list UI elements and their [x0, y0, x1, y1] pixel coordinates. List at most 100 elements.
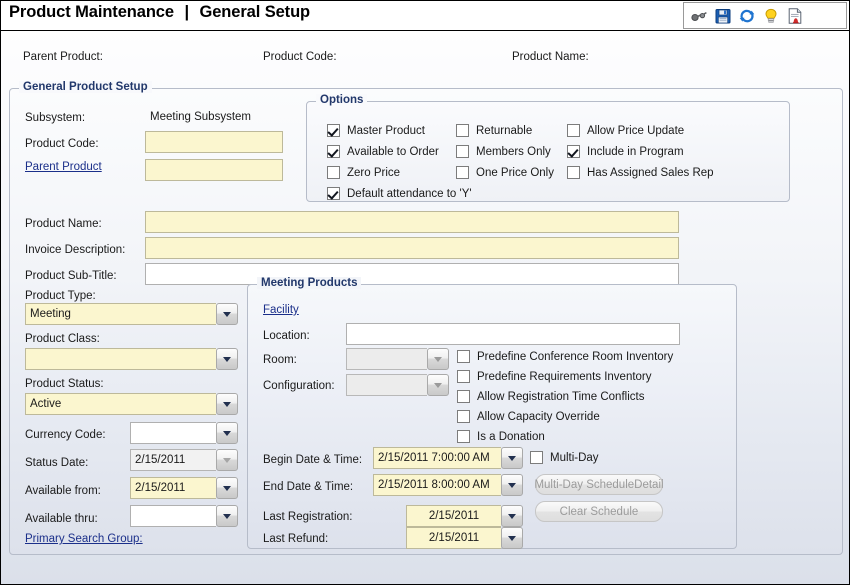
checkbox-allow-price-update[interactable]: Allow Price Update: [567, 124, 684, 137]
invoice-description-label: Invoice Description:: [25, 243, 125, 257]
product-type-dropdown[interactable]: Meeting: [25, 303, 238, 325]
checkbox-predefine-conference-room-inventory[interactable]: Predefine Conference Room Inventory: [457, 350, 673, 363]
checkbox-returnable[interactable]: Returnable: [456, 124, 532, 137]
checkbox-allow-capacity-override[interactable]: Allow Capacity Override: [457, 410, 600, 423]
calendar-chevron-down-icon[interactable]: [216, 449, 238, 471]
begin-date-time-picker[interactable]: 2/15/2011 7:00:00 AM: [373, 447, 523, 469]
product-status-value: Active: [25, 393, 216, 415]
report-icon[interactable]: [786, 7, 804, 25]
checkbox-members-only-label: Members Only: [476, 146, 551, 158]
last-registration-value: 2/15/2011: [406, 505, 501, 527]
checkbox-zero-price-label: Zero Price: [347, 167, 400, 179]
checkbox-has-assigned-sales-rep[interactable]: Has Assigned Sales Rep: [567, 166, 714, 179]
invoice-description-input[interactable]: [145, 237, 679, 259]
checkbox-master-product[interactable]: Master Product: [327, 124, 425, 137]
status-date-picker[interactable]: 2/15/2011: [130, 449, 238, 471]
product-name-label: Product Name:: [25, 217, 102, 231]
checkbox-multi-day-box: [530, 451, 543, 464]
location-label: Location:: [263, 329, 310, 343]
checkbox-is-a-donation-box: [457, 430, 470, 443]
product-status-label: Product Status:: [25, 377, 104, 391]
calendar-chevron-down-icon[interactable]: [216, 505, 238, 527]
product-status-dropdown[interactable]: Active: [25, 393, 238, 415]
refresh-icon[interactable]: [738, 7, 756, 25]
checkbox-available-to-order-box: [327, 145, 340, 158]
checkbox-allow-registration-time-conflicts[interactable]: Allow Registration Time Conflicts: [457, 390, 644, 403]
product-subtitle-input[interactable]: [145, 263, 679, 285]
checkbox-zero-price[interactable]: Zero Price: [327, 166, 400, 179]
last-registration-picker[interactable]: 2/15/2011: [406, 505, 523, 527]
end-date-time-picker[interactable]: 2/15/2011 8:00:00 AM: [373, 474, 523, 496]
product-name-input[interactable]: [145, 211, 679, 233]
chevron-down-icon[interactable]: [216, 348, 238, 370]
primary-search-group-link[interactable]: Primary Search Group:: [25, 533, 143, 545]
page-title: Product Maintenance | General Setup: [9, 3, 310, 22]
checkbox-allow-price-update-box: [567, 124, 580, 137]
chevron-down-icon[interactable]: [216, 303, 238, 325]
header-product-name-label: Product Name:: [512, 51, 589, 63]
parent-product-input[interactable]: [145, 159, 283, 181]
checkbox-allow-registration-time-conflicts-label: Allow Registration Time Conflicts: [477, 391, 644, 403]
calendar-chevron-down-icon[interactable]: [216, 477, 238, 499]
parent-product-link[interactable]: Parent Product: [25, 161, 102, 173]
checkbox-multi-day[interactable]: Multi-Day: [530, 451, 599, 464]
clear-schedule-button: Clear Schedule: [535, 501, 663, 522]
last-refund-picker[interactable]: 2/15/2011: [406, 527, 523, 549]
checkbox-include-in-program-label: Include in Program: [587, 146, 684, 158]
checkbox-allow-registration-time-conflicts-box: [457, 390, 470, 403]
header-product-code-label: Product Code:: [263, 51, 337, 63]
currency-code-dropdown[interactable]: [130, 422, 238, 444]
checkbox-predefine-requirements-inventory[interactable]: Predefine Requirements Inventory: [457, 370, 652, 383]
room-label: Room:: [263, 353, 297, 367]
checkbox-allow-capacity-override-box: [457, 410, 470, 423]
available-from-picker[interactable]: 2/15/2011: [130, 477, 238, 499]
title-bar: Product Maintenance | General Setup: [1, 1, 849, 31]
product-type-label: Product Type:: [25, 289, 96, 303]
checkbox-predefine-conference-room-inventory-label: Predefine Conference Room Inventory: [477, 351, 673, 363]
product-subtitle-label: Product Sub-Title:: [25, 269, 117, 283]
room-value: [346, 348, 427, 370]
checkbox-one-price-only-box: [456, 166, 469, 179]
checkbox-has-assigned-sales-rep-box: [567, 166, 580, 179]
chevron-down-icon: [427, 374, 449, 396]
lightbulb-icon[interactable]: [762, 7, 780, 25]
calendar-chevron-down-icon[interactable]: [501, 527, 523, 549]
available-thru-picker[interactable]: [130, 505, 238, 527]
checkbox-is-a-donation-label: Is a Donation: [477, 431, 545, 443]
page-title-separator: |: [178, 3, 195, 21]
calendar-chevron-down-icon[interactable]: [501, 474, 523, 496]
checkbox-returnable-label: Returnable: [476, 125, 532, 137]
checkbox-has-assigned-sales-rep-label: Has Assigned Sales Rep: [587, 167, 714, 179]
checkbox-include-in-program[interactable]: Include in Program: [567, 145, 684, 158]
save-icon[interactable]: [714, 7, 732, 25]
chevron-down-icon[interactable]: [216, 422, 238, 444]
binoculars-icon[interactable]: [690, 7, 708, 25]
configuration-label: Configuration:: [263, 379, 335, 393]
general-product-setup-legend: General Product Setup: [19, 81, 152, 93]
product-class-dropdown[interactable]: [25, 348, 238, 370]
checkbox-predefine-conference-room-inventory-box: [457, 350, 470, 363]
status-date-label: Status Date:: [25, 456, 88, 470]
end-date-time-label: End Date & Time:: [263, 480, 353, 494]
checkbox-available-to-order[interactable]: Available to Order: [327, 145, 439, 158]
chevron-down-icon[interactable]: [216, 393, 238, 415]
calendar-chevron-down-icon[interactable]: [501, 447, 523, 469]
configuration-value: [346, 374, 427, 396]
checkbox-master-product-box: [327, 124, 340, 137]
checkbox-is-a-donation[interactable]: Is a Donation: [457, 430, 545, 443]
product-code-input[interactable]: [145, 131, 283, 153]
calendar-chevron-down-icon[interactable]: [501, 505, 523, 527]
checkbox-one-price-only[interactable]: One Price Only: [456, 166, 554, 179]
checkbox-returnable-box: [456, 124, 469, 137]
checkbox-master-product-label: Master Product: [347, 125, 425, 137]
available-thru-label: Available thru:: [25, 512, 98, 526]
checkbox-default-attendance[interactable]: Default attendance to 'Y': [327, 187, 472, 200]
product-code-label: Product Code:: [25, 137, 99, 151]
checkbox-members-only[interactable]: Members Only: [456, 145, 551, 158]
options-legend: Options: [316, 94, 367, 106]
room-dropdown: [346, 348, 449, 370]
page-title-main: Product Maintenance: [9, 3, 174, 21]
location-input[interactable]: [346, 323, 680, 345]
checkbox-members-only-box: [456, 145, 469, 158]
facility-link[interactable]: Facility: [263, 304, 299, 316]
